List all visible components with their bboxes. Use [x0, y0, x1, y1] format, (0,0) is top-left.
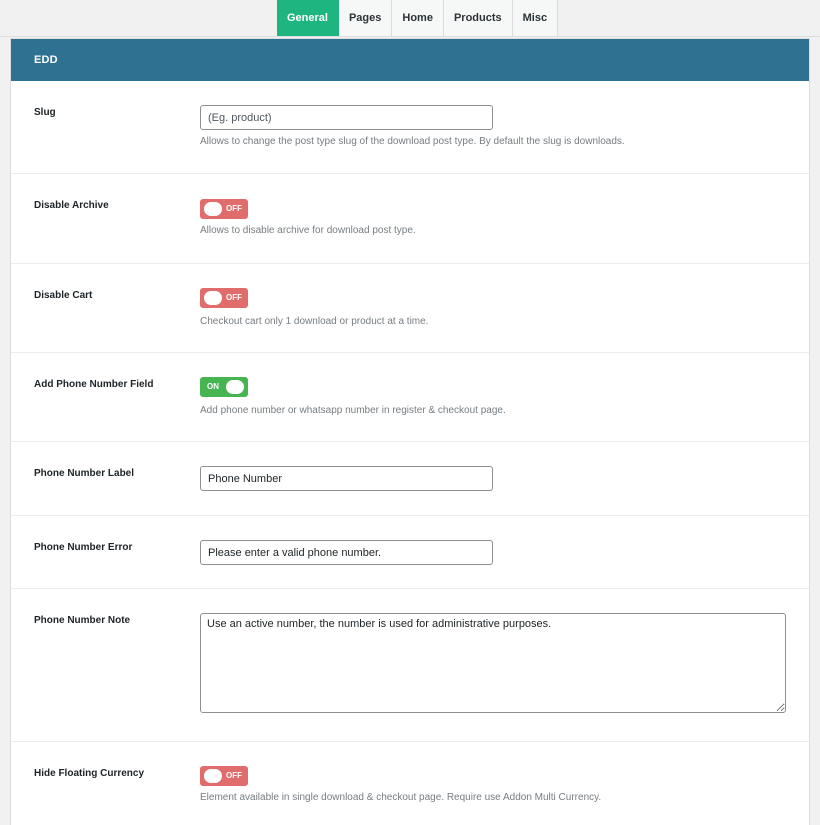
toggle-knob: [204, 291, 222, 305]
tabs-divider: [0, 36, 820, 37]
section-header: EDD: [11, 39, 809, 81]
toggle-knob: [226, 380, 244, 394]
hide-currency-label: Hide Floating Currency: [34, 768, 145, 779]
tab-misc[interactable]: Misc: [512, 0, 559, 37]
hide-currency-toggle[interactable]: OFF: [200, 766, 248, 786]
settings-tabs: General Pages Home Products Misc: [277, 0, 559, 37]
toggle-knob: [204, 202, 222, 216]
phone-error-input[interactable]: [200, 540, 493, 565]
disable-cart-label: Disable Cart: [34, 290, 93, 301]
phone-error-label: Phone Number Error: [34, 542, 133, 553]
phone-label-label: Phone Number Label: [34, 468, 135, 479]
add-phone-description: Add phone number or whatsapp number in r…: [200, 405, 506, 416]
disable-cart-toggle[interactable]: OFF: [200, 288, 248, 308]
tab-pages[interactable]: Pages: [338, 0, 393, 37]
add-phone-toggle[interactable]: ON: [200, 377, 248, 397]
phone-label-input[interactable]: [200, 466, 493, 491]
phone-note-label: Phone Number Note: [34, 615, 131, 626]
tab-home[interactable]: Home: [392, 0, 444, 37]
disable-cart-description: Checkout cart only 1 download or product…: [200, 316, 429, 327]
setting-row-disable-cart: Disable Cart OFF Checkout cart only 1 do…: [11, 264, 809, 353]
setting-row-phone-error: Phone Number Error: [11, 516, 809, 589]
slug-description: Allows to change the post type slug of t…: [200, 136, 625, 147]
setting-row-phone-note: Phone Number Note Use an active number, …: [11, 589, 809, 742]
settings-panel: EDD Slug Allows to change the post type …: [10, 38, 810, 825]
setting-row-hide-currency: Hide Floating Currency OFF Element avail…: [11, 742, 809, 825]
toggle-knob: [204, 769, 222, 783]
tab-products[interactable]: Products: [443, 0, 513, 37]
section-title: EDD: [34, 54, 58, 66]
add-phone-label: Add Phone Number Field: [34, 379, 154, 390]
tab-general[interactable]: General: [277, 0, 339, 37]
toggle-state: OFF: [226, 771, 242, 780]
toggle-state: OFF: [226, 293, 242, 302]
toggle-state: ON: [207, 382, 219, 391]
disable-archive-toggle[interactable]: OFF: [200, 199, 248, 219]
hide-currency-description: Element available in single download & c…: [200, 792, 602, 803]
setting-row-phone-label: Phone Number Label: [11, 442, 809, 516]
slug-input[interactable]: [200, 105, 493, 130]
toggle-state: OFF: [226, 204, 242, 213]
phone-note-textarea[interactable]: Use an active number, the number is used…: [200, 613, 786, 713]
setting-row-disable-archive: Disable Archive OFF Allows to disable ar…: [11, 174, 809, 264]
setting-row-add-phone: Add Phone Number Field ON Add phone numb…: [11, 353, 809, 442]
setting-row-slug: Slug Allows to change the post type slug…: [11, 81, 809, 174]
disable-archive-label: Disable Archive: [34, 200, 109, 211]
slug-label: Slug: [34, 107, 56, 118]
disable-archive-description: Allows to disable archive for download p…: [200, 225, 416, 236]
